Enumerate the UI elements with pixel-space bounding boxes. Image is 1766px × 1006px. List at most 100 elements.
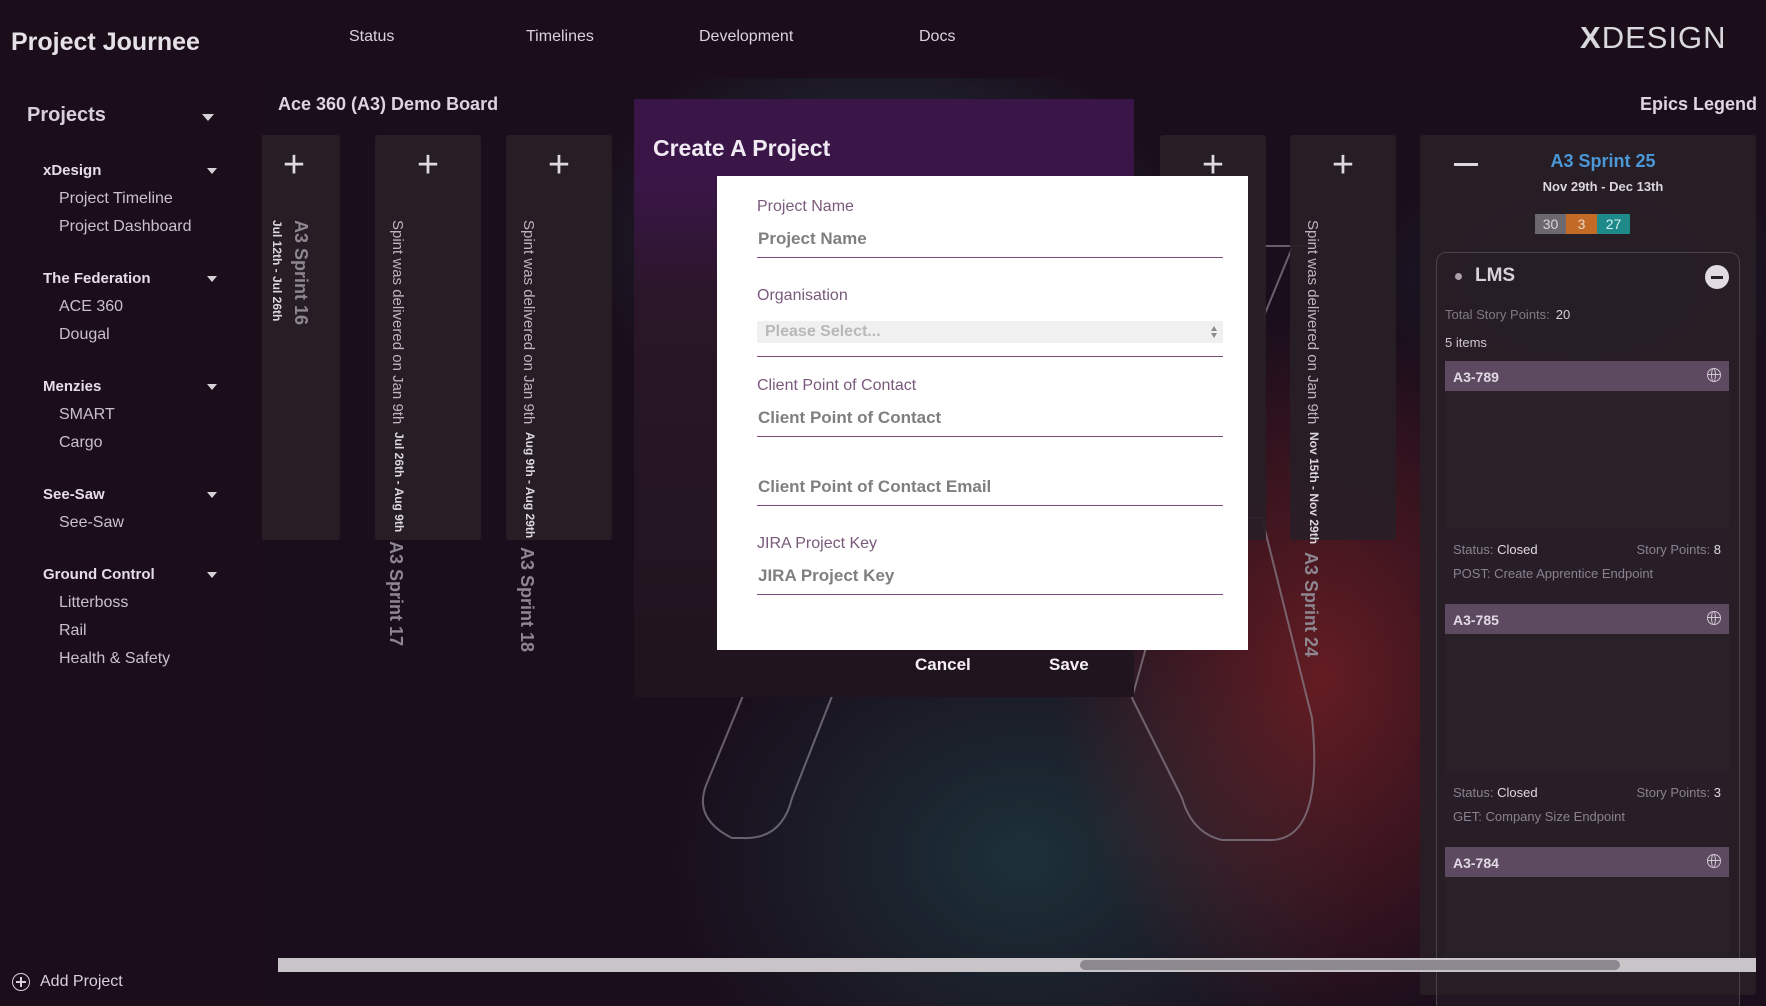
ticket-id: A3-784 xyxy=(1453,855,1499,871)
ticket-body xyxy=(1445,877,1729,957)
sidebar-item-health-safety[interactable]: Health & Safety xyxy=(43,645,217,673)
projects-label: Projects xyxy=(27,104,106,126)
ticket-status: Status: Closed xyxy=(1453,785,1538,800)
sprint-delivered: Spint was delivered on Jan 9th xyxy=(389,220,406,425)
group-header[interactable]: See-Saw xyxy=(43,481,217,509)
sprint-column: + A3 Sprint 24 Nov 15th - Nov 29th Spint… xyxy=(1290,135,1396,657)
ticket-story-points: Story Points: 8 xyxy=(1636,542,1721,557)
nav-timelines[interactable]: Timelines xyxy=(526,28,594,46)
create-project-form: Project Name Organisation Please Select.… xyxy=(717,176,1248,650)
project-group-ground-control: Ground Control Litterboss Rail Health & … xyxy=(43,561,217,673)
organisation-field: Organisation Please Select... xyxy=(757,287,1223,357)
sprint-name: A3 Sprint 24 xyxy=(1301,552,1321,658)
story-point-badges: 30 3 27 xyxy=(1535,214,1630,234)
modal-title: Create A Project xyxy=(653,135,831,161)
epic-color-dot xyxy=(1455,273,1462,280)
field-label: Project Name xyxy=(757,198,854,215)
organisation-select[interactable]: Please Select... xyxy=(757,309,1223,357)
points-open-badge: 3 xyxy=(1566,214,1597,234)
ticket-status: Status: Closed xyxy=(1453,542,1538,557)
field-label xyxy=(757,446,1223,468)
sidebar-item-ace-360[interactable]: ACE 360 xyxy=(43,293,217,321)
sprint-name: A3 Sprint 17 xyxy=(386,540,406,646)
group-header[interactable]: Ground Control xyxy=(43,561,217,589)
sprint-dates: Nov 29th - Dec 13th xyxy=(1542,179,1664,194)
sprint-column: + A3 Sprint 18 Aug 9th - Aug 29th Spint … xyxy=(506,135,612,652)
sprint-column: + Jul 12th - Jul 26th A3 Sprint 16 xyxy=(262,135,340,540)
project-group-menzies: Menzies SMART Cargo xyxy=(43,373,217,457)
sprint-delivered: Spint was delivered on Jan 9th xyxy=(1304,220,1321,425)
project-name-input[interactable] xyxy=(757,220,1223,258)
jira-key-input[interactable] xyxy=(757,557,1223,595)
top-nav: Status Timelines Development Docs XDESIG… xyxy=(262,0,1766,78)
add-project-label: Add Project xyxy=(40,973,123,990)
epic-name: LMS xyxy=(1475,265,1516,286)
jira-key-field: JIRA Project Key xyxy=(757,535,1223,595)
cancel-button[interactable]: Cancel xyxy=(915,655,971,675)
add-icon[interactable]: + xyxy=(375,146,481,184)
globe-icon[interactable] xyxy=(1707,611,1721,625)
sprint-column: + A3 Sprint 17 Jul 26th - Aug 9th Spint … xyxy=(375,135,481,646)
sprint-dates: Jul 12th - Jul 26th xyxy=(270,220,284,322)
chevron-down-icon[interactable] xyxy=(207,572,217,578)
globe-icon[interactable] xyxy=(1707,854,1721,868)
nav-development[interactable]: Development xyxy=(699,28,793,46)
client-contact-field: Client Point of Contact xyxy=(757,377,1223,437)
sidebar-item-litterboss[interactable]: Litterboss xyxy=(43,589,217,617)
chevron-down-icon[interactable] xyxy=(207,384,217,390)
ticket-description: POST: Create Apprentice Endpoint xyxy=(1453,566,1654,581)
ticket-card[interactable]: A3-784 xyxy=(1445,847,1729,957)
epics-legend-button[interactable]: Epics Legend xyxy=(1640,94,1757,115)
xdesign-logo: XDESIGN xyxy=(1580,20,1727,55)
add-project-button[interactable]: Add Project xyxy=(12,970,123,994)
chevron-down-icon[interactable] xyxy=(202,114,214,121)
project-group-see-saw: See-Saw See-Saw xyxy=(43,481,217,537)
add-icon[interactable]: + xyxy=(506,146,612,184)
field-label: Organisation xyxy=(757,287,848,304)
chevron-down-icon[interactable] xyxy=(207,168,217,174)
board-title: Ace 360 (A3) Demo Board xyxy=(278,94,499,114)
sidebar: Project Journee Projects xDesign Project… xyxy=(0,0,262,1006)
ticket-id: A3-785 xyxy=(1453,612,1499,628)
ticket-card[interactable]: A3-789 Status: Closed Story Points: 8 PO… xyxy=(1445,361,1729,605)
ticket-card[interactable]: A3-785 Status: Closed Story Points: 3 GE… xyxy=(1445,604,1729,848)
sprint-name: A3 Sprint 18 xyxy=(517,546,537,652)
ticket-story-points: Story Points: 3 xyxy=(1636,785,1721,800)
projects-header[interactable]: Projects xyxy=(27,104,217,132)
chevron-down-icon[interactable] xyxy=(207,492,217,498)
chevron-down-icon[interactable] xyxy=(207,276,217,282)
ticket-id: A3-789 xyxy=(1453,369,1499,385)
field-label: JIRA Project Key xyxy=(757,535,878,552)
save-button[interactable]: Save xyxy=(1049,655,1089,675)
horizontal-scrollbar[interactable] xyxy=(278,958,1756,972)
points-total-badge: 30 xyxy=(1535,214,1566,234)
sidebar-item-rail[interactable]: Rail xyxy=(43,617,217,645)
sidebar-item-dougal[interactable]: Dougal xyxy=(43,321,217,349)
sidebar-item-cargo[interactable]: Cargo xyxy=(43,429,217,457)
add-icon[interactable]: + xyxy=(1290,146,1396,184)
nav-status[interactable]: Status xyxy=(349,28,394,46)
epic-items-count: 5 items xyxy=(1445,335,1487,350)
ticket-body xyxy=(1445,391,1729,527)
client-contact-input[interactable] xyxy=(757,399,1223,437)
select-value: Please Select... xyxy=(765,323,881,340)
sidebar-item-smart[interactable]: SMART xyxy=(43,401,217,429)
client-email-input[interactable] xyxy=(757,468,1223,506)
globe-icon[interactable] xyxy=(1707,368,1721,382)
add-circle-icon xyxy=(12,973,30,991)
sidebar-item-project-timeline[interactable]: Project Timeline xyxy=(43,185,217,213)
group-header[interactable]: The Federation xyxy=(43,265,217,293)
sidebar-item-see-saw[interactable]: See-Saw xyxy=(43,509,217,537)
add-icon[interactable]: + xyxy=(262,146,340,184)
points-closed-badge: 27 xyxy=(1597,214,1630,234)
scrollbar-thumb[interactable] xyxy=(1080,960,1620,970)
group-header[interactable]: Menzies xyxy=(43,373,217,401)
sidebar-item-project-dashboard[interactable]: Project Dashboard xyxy=(43,213,217,241)
collapse-epic-icon[interactable] xyxy=(1705,265,1729,289)
group-header[interactable]: xDesign xyxy=(43,157,217,185)
sprint-name: A3 Sprint 16 xyxy=(291,220,311,326)
epic-total-points: Total Story Points: 20 xyxy=(1445,307,1571,322)
sprint-delivered: Spint was delivered on Jan 9th xyxy=(520,220,537,425)
app-title: Project Journee xyxy=(11,28,200,56)
nav-docs[interactable]: Docs xyxy=(919,28,955,46)
